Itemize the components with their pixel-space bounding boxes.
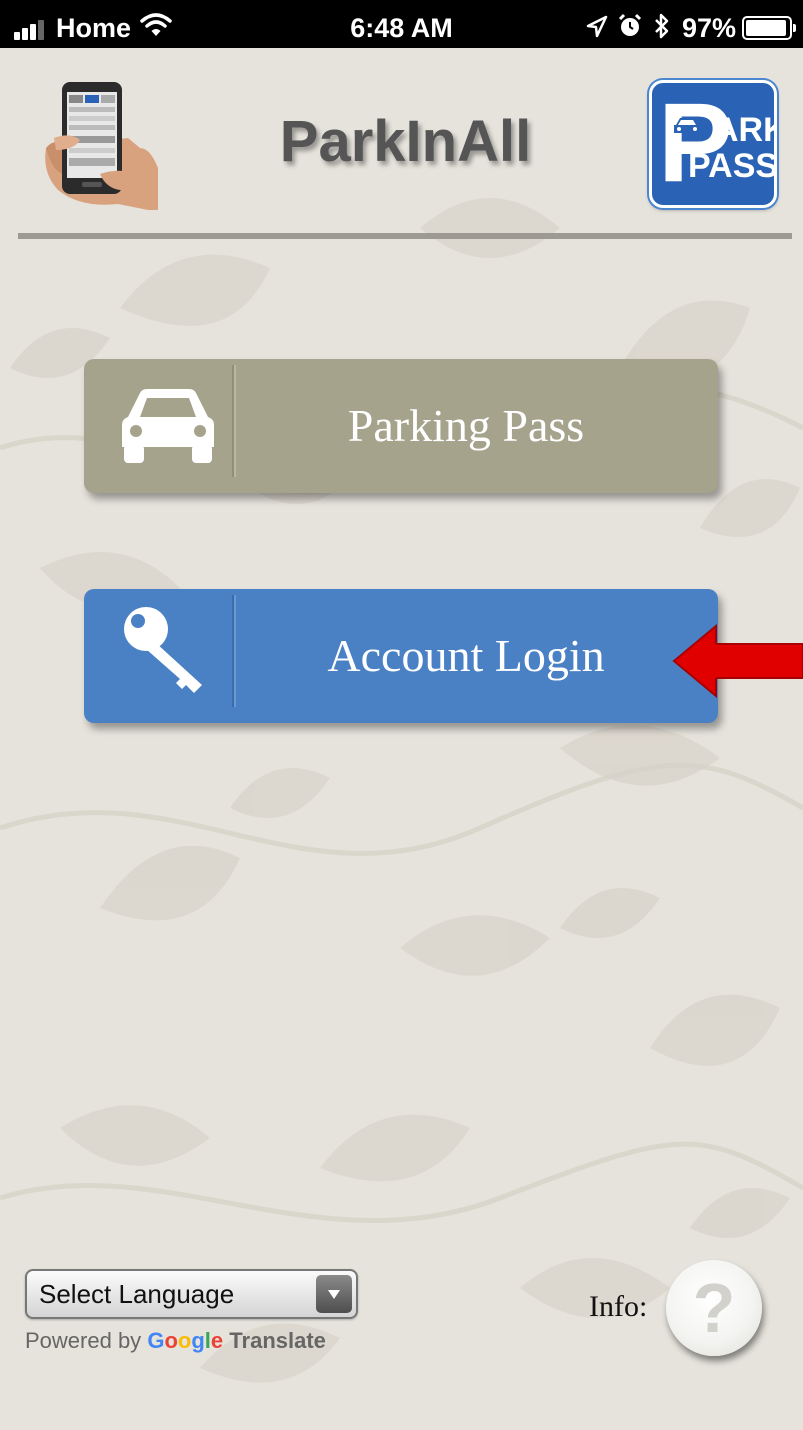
account-login-button[interactable]: Account Login — [84, 589, 718, 723]
parking-pass-button[interactable]: Parking Pass — [84, 359, 718, 493]
park-logo-line2: PASS — [688, 147, 777, 185]
car-icon — [84, 359, 234, 493]
battery-percent: 97% — [682, 13, 737, 43]
translate-label: Translate — [229, 1328, 326, 1353]
location-icon — [586, 15, 608, 38]
park-logo-line1: ARK — [714, 111, 774, 149]
battery-icon — [742, 16, 796, 40]
powered-by-label: Powered by — [25, 1328, 142, 1353]
red-arrow-icon — [672, 623, 803, 699]
language-select[interactable]: Select Language — [25, 1269, 358, 1319]
language-select-value: Select Language — [39, 1279, 235, 1309]
info-label: Info: — [589, 1290, 648, 1323]
header-divider — [18, 233, 792, 239]
info-button[interactable]: ? — [666, 1260, 762, 1356]
key-icon — [84, 589, 234, 723]
account-login-label: Account Login — [327, 630, 605, 681]
bluetooth-icon — [655, 13, 669, 39]
powered-by-google-translate: Powered by Google Translate — [25, 1328, 326, 1354]
status-bar: Home 6:48 AM 97% — [0, 0, 803, 48]
alarm-icon — [618, 13, 642, 36]
park-pass-logo: P ARK PASS — [649, 80, 777, 208]
park-logo-car-icon — [674, 118, 700, 133]
parking-pass-label: Parking Pass — [347, 400, 585, 451]
chevron-down-icon — [316, 1275, 352, 1313]
google-logo: Google — [147, 1328, 224, 1353]
leaf-background — [0, 198, 803, 1383]
question-mark-icon: ? — [692, 1269, 736, 1347]
